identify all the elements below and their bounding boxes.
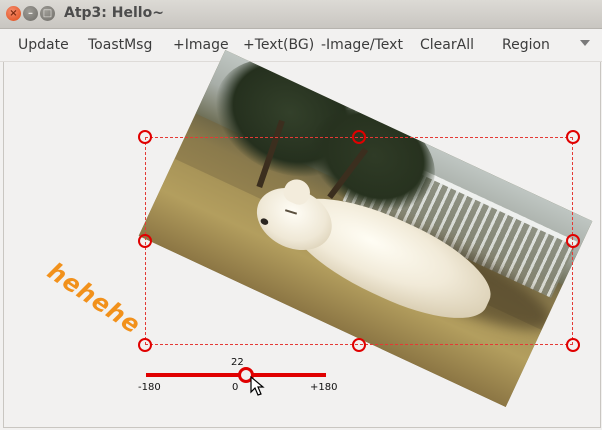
close-window-button[interactable]: ×	[6, 6, 21, 21]
remove-image-text-button[interactable]: -Image/Text	[321, 37, 403, 53]
maximize-window-button[interactable]: □	[40, 6, 55, 21]
mouse-pointer-icon	[250, 376, 265, 396]
rotation-slider-mid-label: 0	[232, 382, 239, 393]
resize-handle-bottom[interactable]	[352, 338, 366, 352]
rotation-slider-track[interactable]	[146, 373, 326, 377]
resize-handle-bottom-right[interactable]	[566, 338, 580, 352]
resize-handle-top-right[interactable]	[566, 130, 580, 144]
app-window: × – □ Atp3: Hello~ Update ToastMsg +Imag…	[0, 0, 602, 430]
toolbar: Update ToastMsg +Image +Text(BG) -Image/…	[0, 29, 602, 62]
rotation-slider-max-label: +180	[310, 382, 338, 393]
clear-all-button[interactable]: ClearAll	[420, 37, 474, 53]
update-button[interactable]: Update	[18, 37, 69, 53]
rotation-slider-min-label: -180	[138, 382, 161, 393]
minimize-window-button[interactable]: –	[23, 6, 38, 21]
resize-handle-right[interactable]	[566, 234, 580, 248]
region-button[interactable]: Region	[502, 37, 550, 53]
selection-rectangle	[145, 137, 573, 345]
title-bar[interactable]: × – □ Atp3: Hello~	[0, 0, 602, 29]
toast-msg-button[interactable]: ToastMsg	[88, 37, 152, 53]
window-title: Atp3: Hello~	[64, 5, 164, 21]
resize-handle-bottom-left[interactable]	[138, 338, 152, 352]
resize-handle-left[interactable]	[138, 234, 152, 248]
resize-handle-top-left[interactable]	[138, 130, 152, 144]
add-image-button[interactable]: +Image	[173, 37, 229, 53]
add-text-bg-button[interactable]: +Text(BG)	[243, 37, 314, 53]
resize-handle-top[interactable]	[352, 130, 366, 144]
rotation-slider-value: 22	[231, 357, 244, 368]
chevron-down-icon[interactable]	[580, 40, 590, 46]
